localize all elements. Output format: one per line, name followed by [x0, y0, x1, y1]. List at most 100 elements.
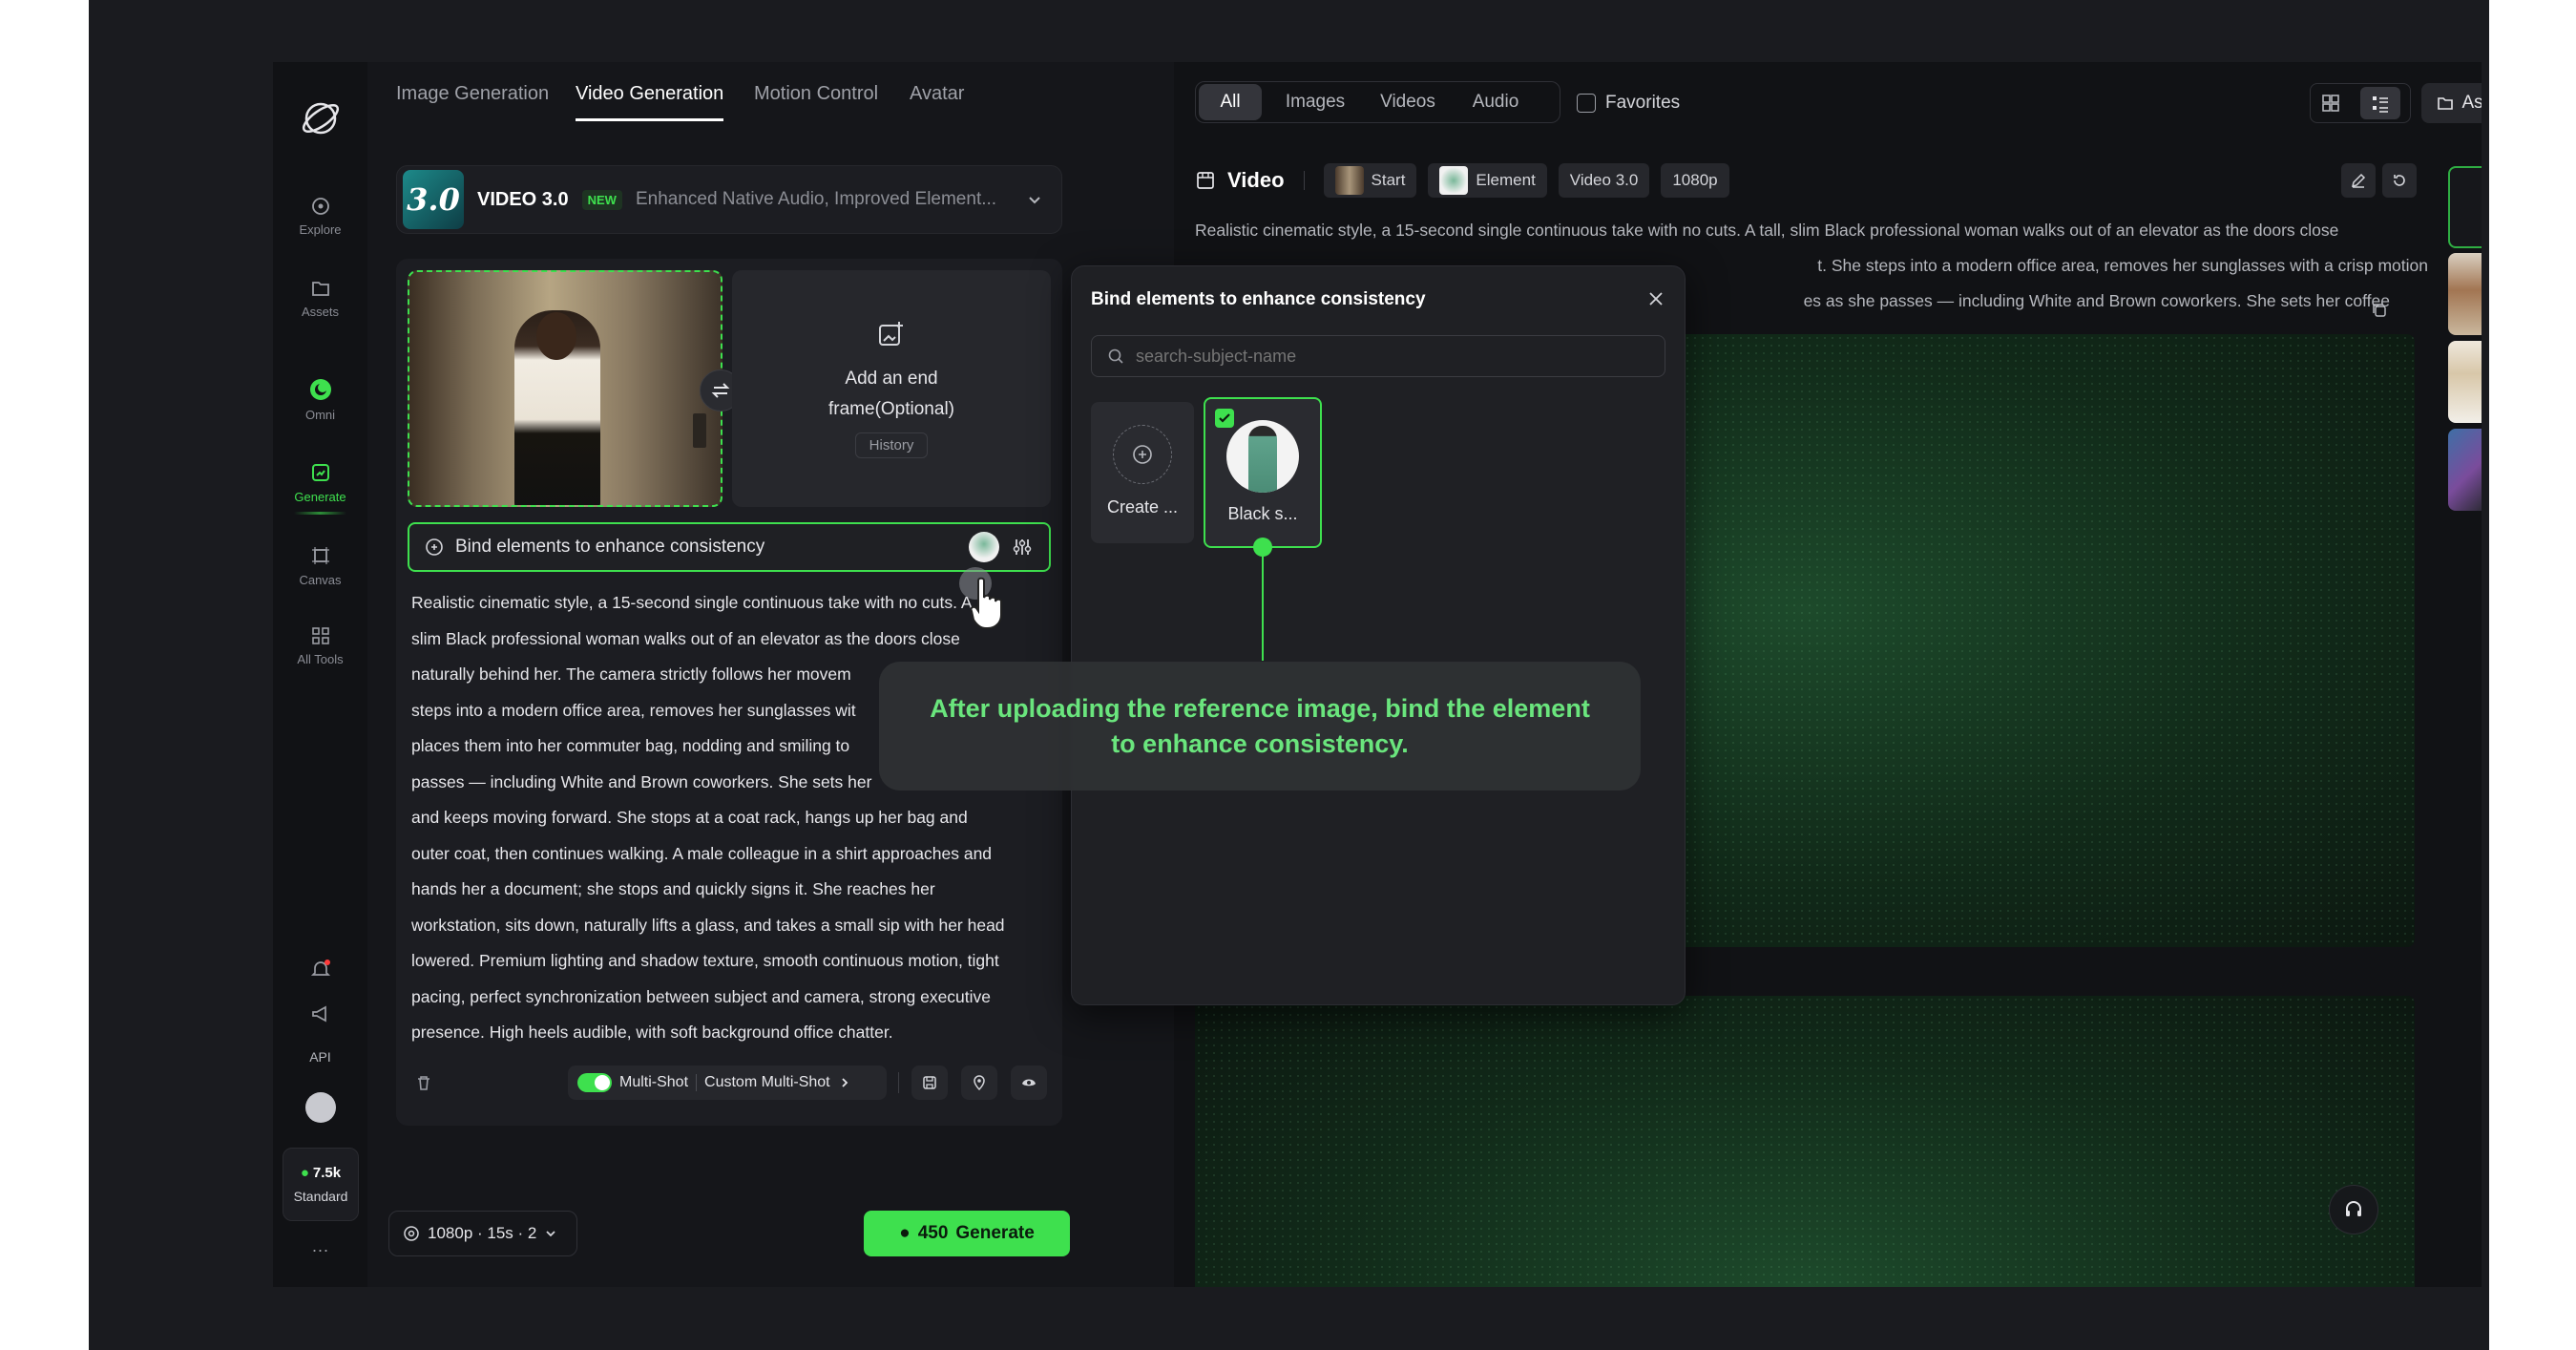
grid-view-icon[interactable] [2320, 93, 2341, 114]
settings-selector[interactable]: 1080p · 15s · 2 [388, 1211, 577, 1256]
bind-elements-bar[interactable]: Bind elements to enhance consistency [408, 522, 1051, 572]
rail-label: Explore [299, 222, 342, 237]
canvas-icon [311, 547, 329, 564]
element-avatar [1226, 420, 1299, 493]
filter-videos[interactable]: Videos [1370, 84, 1446, 120]
model-selector[interactable]: 3.0 VIDEO 3.0 NEW Enhanced Native Audio,… [396, 165, 1062, 234]
multishot-label: Multi-Shot [619, 1074, 689, 1090]
popup-title: Bind elements to enhance consistency [1091, 289, 1426, 309]
chip-model: Video 3.0 [1558, 163, 1650, 198]
generate-label: Generate [955, 1223, 1035, 1243]
check-icon [1219, 413, 1230, 423]
megaphone-icon [312, 1005, 326, 1023]
filter-all[interactable]: All [1199, 84, 1262, 120]
thumb-3[interactable] [2448, 429, 2482, 511]
chevron-down-icon [1029, 197, 1040, 204]
thumb-1[interactable] [2448, 253, 2482, 335]
search-input[interactable] [1136, 346, 1632, 367]
save-icon [923, 1076, 936, 1089]
favorites-checkbox[interactable] [1577, 94, 1596, 113]
chevron-right-icon [841, 1078, 848, 1087]
save-button[interactable] [911, 1065, 948, 1100]
tab-avatar[interactable]: Avatar [910, 83, 964, 118]
end-frame-label: Add an end frame(Optional) [828, 368, 954, 419]
avatar[interactable] [305, 1092, 336, 1123]
rail-label: Assets [301, 305, 339, 319]
video-title: Video [1227, 168, 1285, 192]
filter-audio[interactable]: Audio [1457, 84, 1534, 120]
custom-multishot-label[interactable]: Custom Multi-Shot [704, 1074, 830, 1091]
more-button[interactable]: ··· [273, 1240, 367, 1260]
filter-group: All Images Videos Audio [1195, 81, 1560, 123]
new-tag: NEW [581, 189, 622, 210]
bind-elements-popup: Bind elements to enhance consistency Cre… [1071, 265, 1686, 1005]
pin-icon [974, 1075, 985, 1091]
rail-label: Omni [304, 408, 336, 422]
active-indicator [294, 512, 346, 515]
support-button[interactable] [2329, 1185, 2378, 1234]
left-rail: Explore Assets Omni Generate Canvas All … [273, 62, 367, 1287]
model-badge: 3.0 [403, 170, 464, 229]
close-icon [1649, 292, 1663, 306]
bound-element-thumb[interactable] [969, 532, 999, 562]
thumb-2[interactable] [2448, 341, 2482, 423]
enhance-button[interactable] [1011, 1065, 1047, 1100]
rail-generate[interactable]: Generate [273, 461, 367, 504]
folder-icon [2438, 97, 2454, 110]
close-button[interactable] [1643, 285, 1669, 312]
page-backdrop: Explore Assets Omni Generate Canvas All … [89, 0, 2489, 1350]
edit-button[interactable] [2341, 163, 2376, 198]
favorites-label: Favorites [1605, 93, 1681, 113]
rail-all-tools[interactable]: All Tools [273, 625, 367, 666]
element-label: Black s... [1227, 504, 1298, 523]
credits-card[interactable]: ● 7.5k Standard [283, 1148, 359, 1221]
chip-start: Start [1323, 163, 1417, 198]
prompt-text[interactable]: Realistic cinematic style, a 15-second s… [411, 585, 1053, 1051]
rail-assets[interactable]: Assets [273, 278, 367, 319]
folder-icon [311, 282, 329, 296]
chip-label: Start [1371, 171, 1406, 189]
api-link[interactable]: API [273, 1049, 367, 1065]
rail-omni[interactable]: Omni [273, 377, 367, 422]
thumb-generating[interactable] [2448, 166, 2482, 248]
filter-images[interactable]: Images [1272, 84, 1358, 120]
prompt-line: Realistic cinematic style, a 15-second s… [411, 593, 973, 612]
assets-button[interactable]: Assets [2421, 83, 2482, 123]
search-field[interactable] [1091, 335, 1665, 377]
multishot-toggle[interactable] [577, 1073, 612, 1092]
credits-icon: ● [300, 1165, 309, 1181]
history-button[interactable]: History [854, 432, 929, 458]
list-view-button[interactable] [2360, 87, 2400, 119]
tab-image-generation[interactable]: Image Generation [396, 83, 549, 118]
delete-button[interactable] [411, 1070, 436, 1095]
prompt-line: lowered. Premium lighting and shadow tex… [411, 951, 999, 970]
rail-canvas[interactable]: Canvas [273, 544, 367, 587]
rail-label: All Tools [297, 652, 344, 666]
element-checkbox[interactable] [1215, 409, 1234, 428]
element-card-selected[interactable]: Black s... [1204, 397, 1322, 548]
prompt-line: pacing, perfect synchronization between … [411, 986, 992, 1006]
end-frame-upload[interactable]: Add an end frame(Optional) History [732, 270, 1051, 507]
video-preview-2[interactable] [1195, 996, 2415, 1287]
tab-video-generation[interactable]: Video Generation [576, 83, 724, 121]
trash-icon [418, 1076, 429, 1090]
notifications-button[interactable] [308, 957, 333, 981]
onboarding-tooltip: After uploading the reference image, bin… [879, 662, 1641, 791]
settings-icon [404, 1226, 419, 1241]
sliders-icon[interactable] [1011, 536, 1034, 559]
regenerate-button[interactable] [2382, 163, 2417, 198]
magic-icon [1022, 1079, 1036, 1086]
app-logo[interactable] [299, 96, 343, 140]
multishot-control[interactable]: Multi-Shot Custom Multi-Shot [568, 1065, 887, 1100]
start-frame[interactable] [408, 270, 723, 507]
create-element-card[interactable]: Create ... [1091, 402, 1194, 543]
announcement-button[interactable] [308, 1002, 333, 1026]
copy-button[interactable] [2369, 300, 2390, 321]
rail-explore[interactable]: Explore [273, 196, 367, 237]
prompt-line: and keeps moving forward. She stops at a… [411, 808, 968, 827]
favorites-filter[interactable]: Favorites [1577, 93, 1680, 114]
tab-motion-control[interactable]: Motion Control [754, 83, 878, 118]
generate-button[interactable]: ● 450 Generate [864, 1211, 1070, 1256]
location-button[interactable] [961, 1065, 997, 1100]
bind-label: Bind elements to enhance consistency [455, 537, 765, 557]
